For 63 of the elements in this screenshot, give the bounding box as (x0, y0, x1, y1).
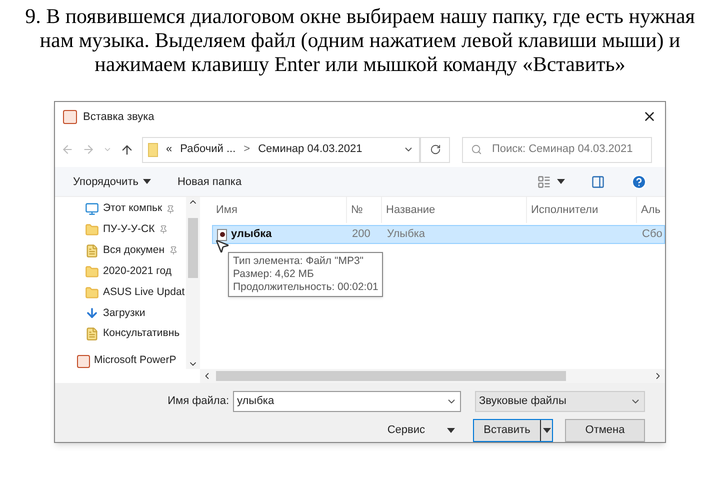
table-cell-text: 200 (352, 227, 370, 242)
tooltip-line: Размер: 4,62 МБ (233, 268, 315, 282)
folder-icon (148, 142, 158, 157)
breadcrumb[interactable]: Рабочий ... (180, 141, 236, 158)
search-icon (471, 144, 482, 156)
column-header[interactable]: Имя (212, 197, 347, 224)
caret-icon (143, 179, 152, 184)
caret-icon (447, 428, 455, 433)
powerpoint-icon (77, 354, 90, 368)
organize-button[interactable]: Упорядочить (73, 174, 152, 190)
window-title: Вставка звука (83, 110, 154, 125)
download-icon (85, 306, 99, 320)
file-row[interactable]: улыбка 200 Улыбка Сбо (212, 225, 665, 244)
scroll-thumb[interactable] (216, 371, 566, 382)
cancel-button[interactable]: Отмена (565, 419, 645, 442)
audio-file-icon (217, 228, 227, 241)
breadcrumb[interactable]: Семинар 04.03.2021 (258, 141, 362, 158)
search-field[interactable]: Поиск: Семинар 04.03.2021 (462, 136, 652, 163)
table-cell-text: улыбка (231, 227, 272, 242)
help-icon[interactable] (631, 174, 647, 190)
nav-item[interactable]: Microsoft PowerP (77, 353, 186, 370)
tools-button[interactable]: Сервис (387, 422, 455, 439)
insert-button[interactable]: Вставить (473, 419, 553, 442)
document-icon (85, 244, 99, 258)
overflow-chevron[interactable]: « (166, 141, 172, 158)
instruction-text: 9. В появившемся диалоговом окне выбираем нашу папку, где есть нужная нам музыка. Выделяем файл (одним нажатием левой клавиши мыши) и нажимаем клавишу Enter или мышкой команду «Вставить» (24, 4, 696, 76)
breadcrumb-separator: > (244, 142, 250, 158)
column-header[interactable]: Аль (637, 197, 665, 224)
file-name-label: Имя файла: (168, 394, 229, 410)
refresh-button[interactable] (420, 136, 450, 163)
nav-item[interactable]: Загрузки (85, 306, 186, 322)
refresh-icon (430, 144, 440, 156)
nav-item[interactable]: ПУ-У-У-СК (85, 222, 186, 238)
caret-icon (557, 179, 565, 184)
monitor-icon (85, 202, 99, 216)
scroll-thumb[interactable] (188, 218, 198, 278)
tooltip-line: Продолжительность: 00:02:01 (233, 281, 378, 294)
mouse-cursor-icon (214, 238, 230, 254)
folder-icon (85, 286, 99, 300)
vertical-scrollbar[interactable] (186, 197, 200, 370)
file-type-select[interactable]: Звуковые файлы (475, 391, 645, 412)
view-options-icon[interactable] (537, 174, 551, 189)
column-header[interactable]: № (347, 197, 382, 224)
tooltip-line: Тип элемента: Файл "MP3" (233, 255, 365, 268)
powerpoint-icon (63, 110, 77, 124)
column-header[interactable]: Исполнители (527, 197, 637, 224)
dropdown-caret-icon (542, 428, 550, 433)
column-header[interactable]: Название (382, 197, 527, 224)
nav-item[interactable]: ASUS Live Updat (85, 284, 186, 300)
folder-icon (85, 264, 99, 279)
folder-icon (85, 222, 99, 237)
nav-item[interactable]: Вся докумен (85, 242, 186, 259)
new-folder-button[interactable]: Новая папка (177, 174, 242, 190)
table-cell-text: Сбо (642, 227, 662, 242)
table-cell-text: Улыбка (387, 227, 426, 242)
nav-item[interactable]: 2020-2021 год (85, 264, 186, 280)
address-bar[interactable]: « Рабочий ... > Семинар 04.03.2021 (142, 136, 420, 163)
nav-item[interactable]: Консультативнь (85, 326, 186, 342)
horizontal-scrollbar[interactable] (200, 369, 665, 383)
document-icon (85, 327, 99, 342)
nav-item[interactable]: Этот компьк (85, 201, 186, 217)
file-name-field[interactable]: улыбка (233, 391, 461, 412)
preview-pane-icon[interactable] (591, 174, 605, 189)
